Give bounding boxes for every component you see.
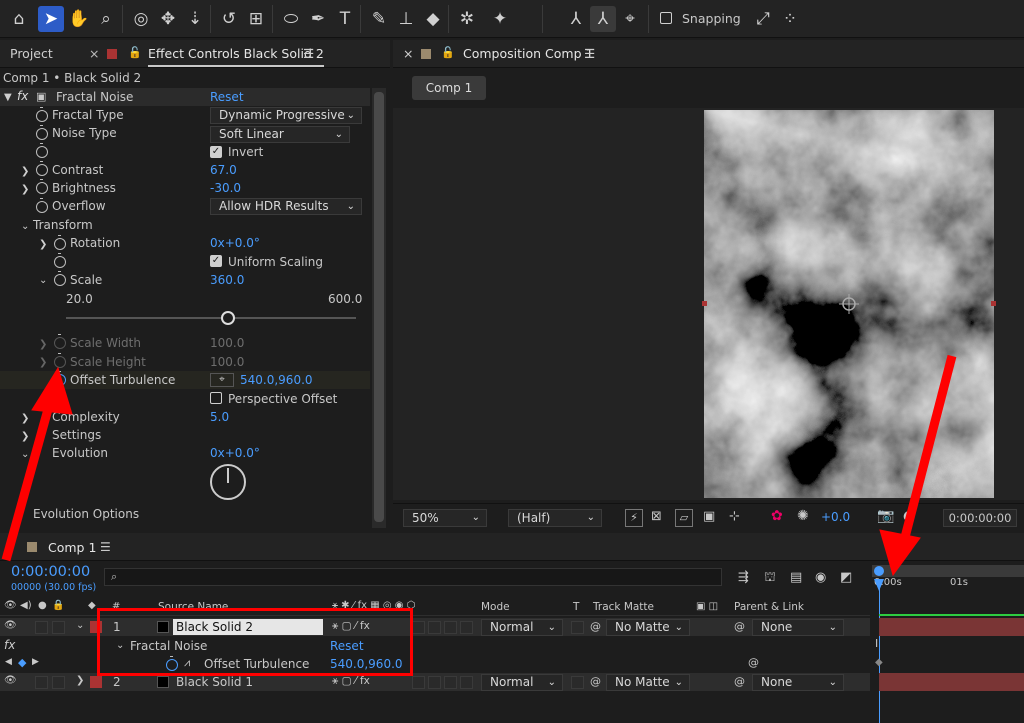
- annotation-arrows: [1, 354, 957, 577]
- annotation-arrow-right: [879, 354, 957, 577]
- annotation-arrow-left: [1, 366, 73, 562]
